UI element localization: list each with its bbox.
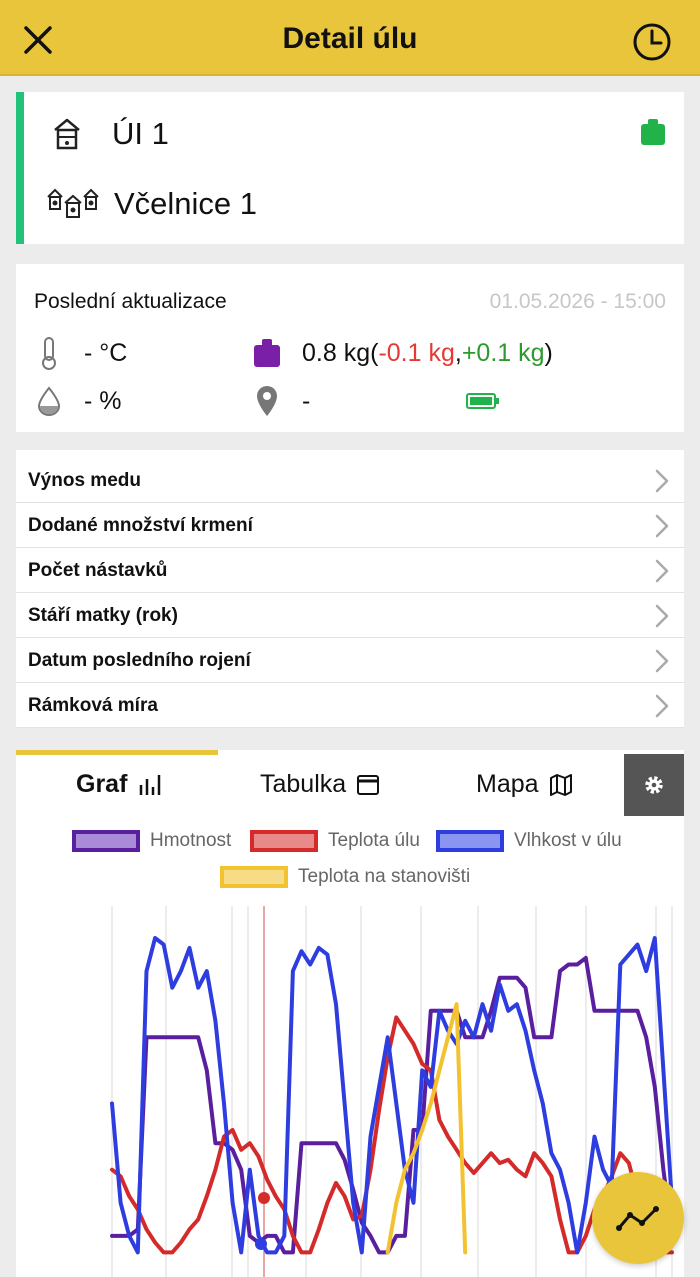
bar-chart-icon <box>140 774 161 795</box>
chevron-right-icon <box>655 649 669 673</box>
legend-label: Teplota úlu <box>328 830 420 851</box>
weight-change-down: -0.1 kg <box>378 338 455 367</box>
history-clock-icon[interactable] <box>632 22 672 62</box>
chart-settings-button[interactable] <box>624 754 684 816</box>
legend-hive-humidity[interactable]: Vlhkost v úlu <box>436 830 622 852</box>
temperature-value: - °C <box>84 338 128 367</box>
tab-graph-label: Graf <box>76 770 128 798</box>
weight-change-open: ( <box>370 338 379 367</box>
legend-label: Teplota na stanovišti <box>298 866 471 887</box>
last-update-label: Poslední aktualizace <box>34 290 227 313</box>
beehive-icon <box>54 118 80 150</box>
battery-icon <box>466 393 499 409</box>
hive-card[interactable]: ÚI 1 Včelnice 1 <box>16 92 684 244</box>
legend-swatch <box>72 830 140 852</box>
trend-line-icon <box>616 1206 659 1231</box>
list-item[interactable]: Dodané množství krmení <box>16 503 684 548</box>
measurement-chart[interactable] <box>16 900 684 1277</box>
legend-swatch <box>250 830 318 852</box>
legend-swatch <box>436 830 504 852</box>
apiary-icon <box>47 188 99 218</box>
weight-change-close: ) <box>544 338 553 367</box>
chevron-right-icon <box>655 559 669 583</box>
tab-map-label: Mapa <box>476 770 539 798</box>
legend-label: Vlhkost v úlu <box>514 830 622 851</box>
list-item-label: Rámková míra <box>28 695 158 716</box>
hive-row: ÚI 1 <box>52 116 169 152</box>
list-item-label: Výnos medu <box>28 470 141 491</box>
apiary-row: Včelnice 1 <box>46 186 257 222</box>
series-line <box>110 955 674 1255</box>
legend-swatch <box>220 866 288 888</box>
location-pin-icon <box>252 384 282 418</box>
chevron-right-icon <box>655 694 669 718</box>
location-metric: - <box>252 384 310 418</box>
last-update-card: Poslední aktualizace 01.05.2026 - 15:00 … <box>16 264 684 432</box>
chart-card: Graf Tabulka Mapa Hmotnost Teplota úlu V… <box>16 750 684 1277</box>
chevron-right-icon <box>655 514 669 538</box>
list-item[interactable]: Počet nástavků <box>16 548 684 593</box>
list-item[interactable]: Výnos medu <box>16 458 684 503</box>
tab-map[interactable]: Mapa <box>476 770 573 799</box>
last-update-datetime: 01.05.2026 - 15:00 <box>489 290 666 313</box>
scale-icon <box>641 119 665 145</box>
trend-fab-button[interactable] <box>592 1172 684 1264</box>
tab-table[interactable]: Tabulka <box>260 770 380 799</box>
chevron-right-icon <box>655 604 669 628</box>
humidity-value: - % <box>84 386 122 415</box>
thermometer-icon <box>34 336 64 370</box>
tab-table-label: Tabulka <box>260 770 347 798</box>
gear-icon <box>645 776 663 794</box>
weight-change-separator: , <box>454 338 462 367</box>
list-item-label: Datum posledního rojení <box>28 650 251 671</box>
humidity-metric: - % <box>34 384 122 418</box>
tab-graph[interactable]: Graf <box>76 770 161 799</box>
page-title: Detail úlu <box>282 22 418 55</box>
temperature-metric: - °C <box>34 336 127 370</box>
weight-value: 0.8 kg <box>302 338 371 367</box>
water-drop-icon <box>34 384 64 418</box>
cursor-point <box>255 1238 267 1250</box>
legend-weight[interactable]: Hmotnost <box>72 830 231 852</box>
weight-metric: 0.8 kg (-0.1 kg, +0.1 kg) <box>252 336 553 370</box>
weight-icon <box>252 336 282 370</box>
weight-change-up: +0.1 kg <box>461 338 545 367</box>
window-icon <box>357 774 380 795</box>
hive-parameters-list: Výnos medu Dodané množství krmení Počet ná… <box>16 450 684 728</box>
active-tab-indicator <box>16 750 218 755</box>
list-item-label: Stáří matky (rok) <box>28 605 178 626</box>
legend-hive-temperature[interactable]: Teplota úlu <box>250 830 420 852</box>
hive-name: ÚI 1 <box>112 116 169 151</box>
apiary-name: Včelnice 1 <box>114 186 258 221</box>
location-value: - <box>302 386 311 415</box>
list-item[interactable]: Rámková míra <box>16 683 684 728</box>
cursor-point <box>258 1192 270 1204</box>
map-icon <box>549 773 572 796</box>
list-item-label: Dodané množství krmení <box>28 515 253 536</box>
list-item[interactable]: Datum posledního rojení <box>16 638 684 683</box>
top-bar: Detail úlu <box>0 0 700 76</box>
list-item[interactable]: Stáří matky (rok) <box>16 593 684 638</box>
series-line <box>110 936 674 1255</box>
list-item-label: Počet nástavků <box>28 560 168 581</box>
legend-label: Hmotnost <box>150 830 232 851</box>
chevron-right-icon <box>655 469 669 493</box>
legend-site-temperature[interactable]: Teplota na stanovišti <box>220 866 470 888</box>
